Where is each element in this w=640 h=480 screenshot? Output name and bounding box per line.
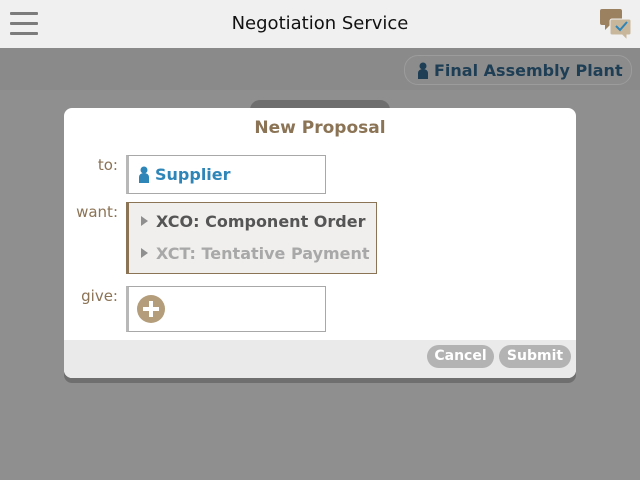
recipient-value: Supplier [155, 165, 231, 184]
add-circle-icon[interactable] [137, 295, 165, 323]
submit-button[interactable]: Submit [499, 345, 571, 368]
give-field [126, 286, 326, 332]
want-item[interactable]: XCO: Component Order [141, 209, 365, 233]
new-proposal-dialog: New Proposal to: Supplier want: XCO: Com… [64, 108, 576, 378]
recipient-field[interactable]: Supplier [126, 155, 326, 194]
expand-triangle-icon [141, 248, 148, 258]
organization-button[interactable]: Final Assembly Plant [404, 55, 632, 85]
dialog-title: New Proposal [254, 118, 386, 138]
want-item-label: XCT: Tentative Payment [156, 243, 370, 263]
want-item[interactable]: XCT: Tentative Payment [141, 241, 370, 265]
app-title: Negotiation Service [231, 13, 409, 34]
want-label: want: [76, 203, 118, 221]
want-list: XCO: Component Order XCT: Tentative Paym… [126, 202, 377, 274]
person-icon [139, 166, 149, 183]
want-item-label: XCO: Component Order [156, 211, 366, 231]
cancel-button[interactable]: Cancel [427, 345, 494, 368]
give-label: give: [81, 287, 118, 305]
app-header: Negotiation Service [0, 0, 640, 48]
person-icon [418, 62, 428, 79]
expand-triangle-icon [141, 216, 148, 226]
chat-bubbles-icon[interactable] [600, 7, 632, 41]
to-label: to: [97, 156, 118, 174]
organization-label: Final Assembly Plant [434, 60, 623, 80]
